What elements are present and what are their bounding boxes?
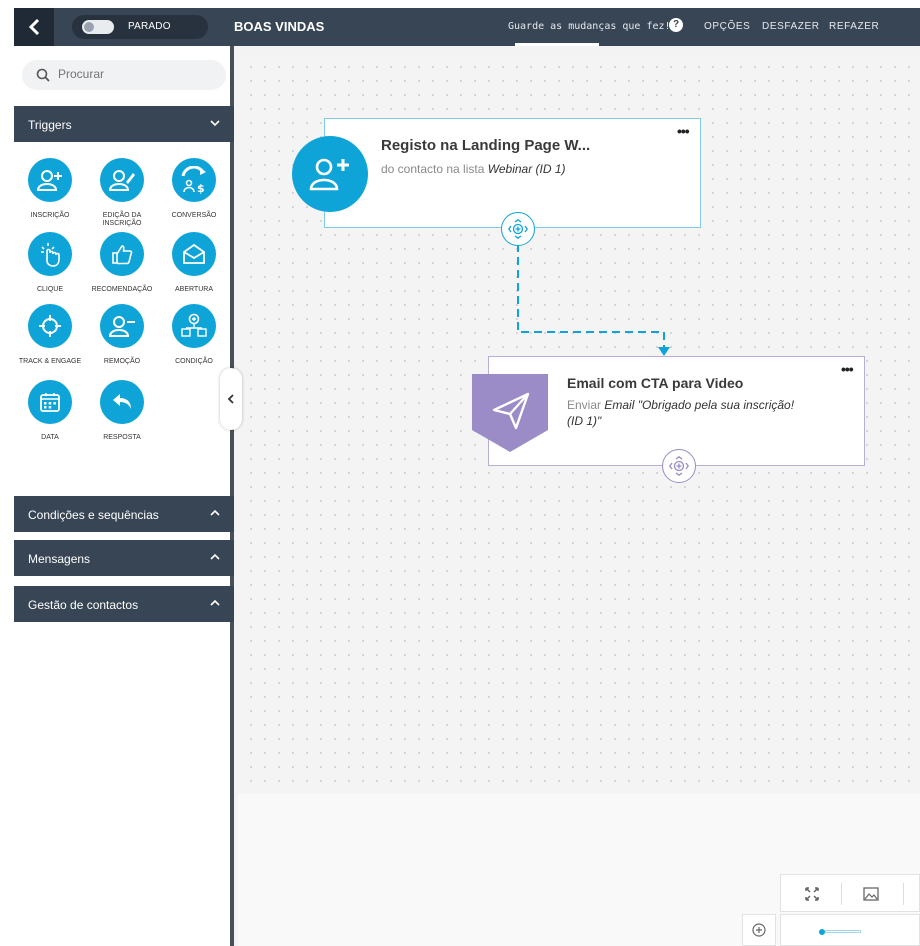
node-description: Enviar Email "Obrigado pela sua inscriçã… <box>567 398 795 428</box>
zoom-in-button[interactable] <box>742 914 776 946</box>
view-controls <box>780 874 920 912</box>
move-icon <box>669 456 689 476</box>
node-title: Registo na Landing Page W... <box>381 137 591 154</box>
image-icon[interactable] <box>863 887 879 901</box>
minimap[interactable] <box>780 914 920 946</box>
trigger-node[interactable]: Registo na Landing Page W... do contacto… <box>324 118 701 228</box>
fit-screen-icon[interactable] <box>805 887 819 901</box>
chevron-left-icon <box>227 394 234 404</box>
more-options-icon[interactable]: ••• <box>841 361 854 377</box>
send-icon <box>472 374 548 452</box>
move-handle[interactable] <box>501 212 535 246</box>
more-options-icon[interactable]: ••• <box>677 123 690 139</box>
zoom-in-icon <box>752 923 766 937</box>
automation-editor: PARADO BOAS VINDAS Guarde as mudanças qu… <box>14 8 920 946</box>
user-plus-icon <box>292 136 368 212</box>
node-description: do contacto na lista Webinar (ID 1) <box>381 162 566 176</box>
move-handle[interactable] <box>662 449 696 483</box>
move-icon <box>508 219 528 239</box>
collapse-sidebar-button[interactable] <box>220 368 242 430</box>
node-title: Email com CTA para Video <box>567 375 744 391</box>
